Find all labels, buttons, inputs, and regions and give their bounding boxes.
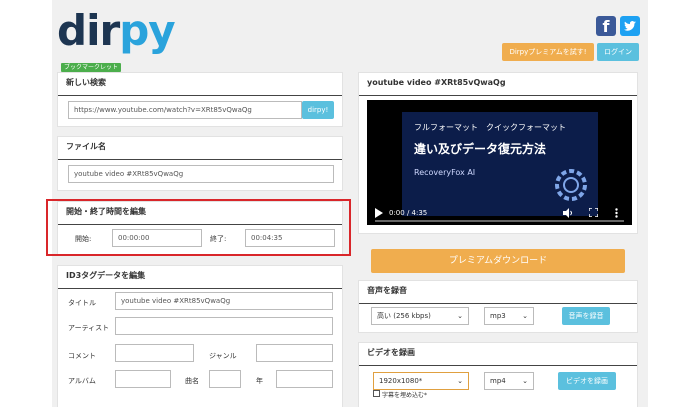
video-controls: 0:00 / 4:35 [367,201,632,225]
file-name-panel: ファイル名 youtube video #XRt85vQwaQg [57,136,343,191]
chevron-down-icon: ⌄ [522,312,528,320]
divider [58,159,342,160]
video-time: 0:00 / 4:35 [389,209,428,217]
track-label: 曲名 [185,377,199,385]
panel-title: ビデオを録画 [367,348,415,357]
divider [359,365,637,366]
chevron-down-icon: ⌄ [522,377,528,385]
thumbnail-subtitle: フルフォーマット クイックフォーマット [414,123,566,132]
play-icon[interactable] [375,208,383,218]
video-format-select[interactable]: mp4 ⌄ [484,372,534,390]
video-title: youtube video #XRt85vQwaQg [367,78,506,87]
record-audio-button[interactable]: 音声を録音 [562,307,610,325]
genre-input[interactable] [256,344,333,362]
highlight-box [46,199,351,256]
subtitle-label: 字幕を埋め込む* [382,392,428,399]
fullscreen-icon[interactable] [589,208,598,217]
panel-title: 新しい検索 [66,78,106,87]
comment-input[interactable] [115,344,194,362]
video-resolution-select[interactable]: 1920x1080* ⌄ [373,372,469,390]
track-input[interactable] [209,370,241,388]
dirpy-search-button[interactable]: dirpy! [302,101,334,119]
divider [359,95,637,96]
year-label: 年 [256,377,263,385]
video-player[interactable]: フルフォーマット クイックフォーマット 違い及びデータ復元方法 Recovery… [367,100,632,225]
artist-label: アーティスト [68,324,110,332]
file-name-input[interactable]: youtube video #XRt85vQwaQg [68,165,334,183]
progress-bar[interactable] [375,220,624,222]
title-label: タイトル [68,299,96,307]
panel-title: ID3タグデータを編集 [66,271,146,280]
comment-label: コメント [68,352,96,360]
thumbnail-brand: RecoveryFox AI [414,168,476,177]
album-label: アルバム [68,377,96,385]
id3-panel: ID3タグデータを編集 タイトル youtube video #XRt85vQw… [57,265,343,407]
premium-trial-button[interactable]: Dirpyプレミアムを試す! [502,43,594,61]
dirpy-logo[interactable]: dirpy ブックマークレット [57,6,176,72]
volume-icon[interactable] [563,208,573,218]
premium-download-button[interactable]: プレミアムダウンロード [371,249,625,273]
facebook-icon[interactable]: f [596,16,616,36]
thumbnail-title: 違い及びデータ復元方法 [414,142,547,156]
bookmarklet-link[interactable]: ブックマークレット [61,63,122,72]
more-options-icon[interactable] [615,208,618,218]
artist-input[interactable] [115,317,333,335]
audio-format-select[interactable]: mp3 ⌄ [484,307,534,325]
subtitle-checkbox[interactable] [373,390,380,397]
video-record-panel: ビデオを録画 1920x1080* ⌄ mp4 ⌄ ビデオを録画 字幕を埋め込む* [358,342,638,407]
new-search-panel: 新しい検索 https://www.youtube.com/watch?v=XR… [57,72,343,127]
chevron-down-icon: ⌄ [457,377,463,385]
panel-title: ファイル名 [66,142,106,151]
title-input[interactable]: youtube video #XRt85vQwaQg [115,292,333,310]
audio-panel: 音声を録音 高い (256 kbps) ⌄ mp3 ⌄ 音声を録音 [358,280,638,333]
year-input[interactable] [276,370,333,388]
divider [359,303,637,304]
chevron-down-icon: ⌄ [457,312,463,320]
album-input[interactable] [115,370,171,388]
logo-text: dirpy [57,6,176,55]
panel-title: 音声を録音 [367,286,407,295]
divider [58,288,342,289]
record-video-button[interactable]: ビデオを録画 [558,372,616,390]
audio-quality-select[interactable]: 高い (256 kbps) ⌄ [371,307,469,325]
login-button[interactable]: ログイン [597,43,639,61]
genre-label: ジャンル [209,352,237,360]
gear-icon [555,169,587,201]
url-input[interactable]: https://www.youtube.com/watch?v=XRt85vQw… [68,101,302,119]
twitter-icon[interactable] [620,16,640,36]
divider [58,95,342,96]
